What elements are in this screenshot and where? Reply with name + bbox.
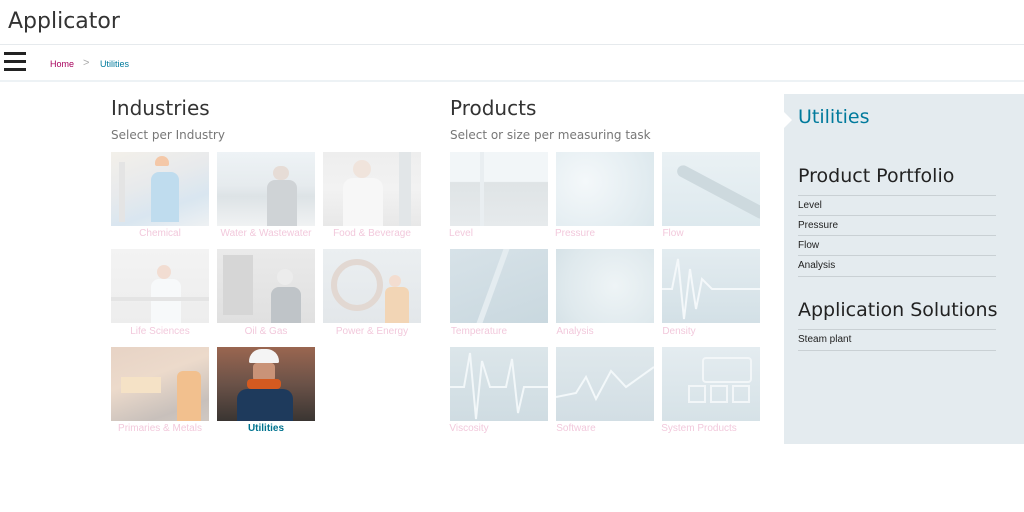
application-solutions-heading: Application Solutions	[798, 299, 998, 321]
products-subtitle: Select or size per measuring task	[450, 128, 651, 142]
product-label-software[interactable]: Software	[527, 423, 625, 434]
product-label-viscosity[interactable]: Viscosity	[420, 423, 518, 434]
product-tile-level[interactable]	[450, 152, 548, 226]
industry-tile-oil-gas[interactable]	[217, 249, 315, 323]
product-tile-software[interactable]	[556, 347, 654, 421]
industry-label-utilities[interactable]: Utilities	[217, 423, 315, 434]
industry-tile-life-sciences[interactable]	[111, 249, 209, 323]
breadcrumb-current[interactable]: Utilities	[100, 59, 129, 69]
product-tile-flow[interactable]	[662, 152, 760, 226]
product-label-flow[interactable]: Flow	[624, 228, 722, 239]
panel-title: Utilities	[798, 106, 870, 128]
industry-tile-power-energy[interactable]	[323, 249, 421, 323]
app-title: Applicator	[8, 9, 120, 34]
product-label-level[interactable]: Level	[412, 228, 510, 239]
industry-tile-chemical[interactable]	[111, 152, 209, 226]
product-tile-temperature[interactable]	[450, 249, 548, 323]
industry-tile-water-wastewater[interactable]	[217, 152, 315, 226]
panel-pointer	[784, 112, 792, 128]
industries-subtitle: Select per Industry	[111, 128, 225, 142]
breadcrumb-home[interactable]: Home	[50, 59, 74, 69]
industry-label-oil-gas[interactable]: Oil & Gas	[217, 326, 315, 337]
product-tile-viscosity[interactable]	[450, 347, 548, 421]
industries-title: Industries	[111, 96, 210, 120]
industry-label-water-wastewater[interactable]: Water & Wastewater	[217, 228, 315, 239]
product-label-pressure[interactable]: Pressure	[526, 228, 624, 239]
product-tile-system-products[interactable]	[662, 347, 760, 421]
industry-tile-primaries-metals[interactable]	[111, 347, 209, 421]
chevron-right-icon: >	[83, 57, 90, 69]
industry-label-chemical[interactable]: Chemical	[111, 228, 209, 239]
product-label-density[interactable]: Density	[630, 326, 728, 337]
industry-label-life-sciences[interactable]: Life Sciences	[111, 326, 209, 337]
product-tile-analysis[interactable]	[556, 249, 654, 323]
menu-icon[interactable]	[4, 52, 26, 72]
product-tile-density[interactable]	[662, 249, 760, 323]
product-label-temperature[interactable]: Temperature	[430, 326, 528, 337]
industry-tile-utilities[interactable]	[217, 347, 315, 421]
product-label-system-products[interactable]: System Products	[650, 423, 748, 434]
portfolio-link-analysis[interactable]: Analysis	[798, 255, 996, 277]
industry-label-primaries-metals[interactable]: Primaries & Metals	[111, 423, 209, 434]
nav-divider	[0, 80, 1024, 82]
portfolio-link-level[interactable]: Level	[798, 195, 996, 216]
product-label-analysis[interactable]: Analysis	[526, 326, 624, 337]
portfolio-link-pressure[interactable]: Pressure	[798, 215, 996, 236]
portfolio-link-flow[interactable]: Flow	[798, 235, 996, 256]
nav-bar	[0, 45, 1024, 81]
industry-label-power-energy[interactable]: Power & Energy	[323, 326, 421, 337]
product-tile-pressure[interactable]	[556, 152, 654, 226]
product-portfolio-heading: Product Portfolio	[798, 165, 955, 187]
industry-label-food-beverage[interactable]: Food & Beverage	[323, 228, 421, 239]
industry-tile-food-beverage[interactable]	[323, 152, 421, 226]
products-title: Products	[450, 96, 537, 120]
solutions-link-steam-plant[interactable]: Steam plant	[798, 329, 996, 351]
